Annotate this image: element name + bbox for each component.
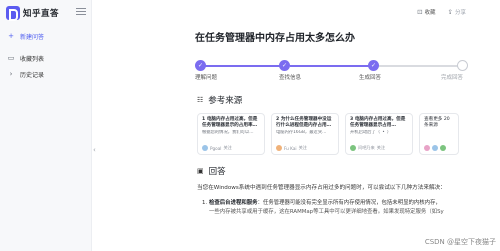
list-item-text: ：任务管理器可能没有完全显示所有内存使用情况，包括未明显的内核内存， [257, 200, 441, 206]
step-done-check-icon: ✓ [279, 60, 290, 71]
source-card-snippet: 根据您的情况，我们可以… [202, 130, 254, 136]
top-actions: ⊡ 收藏 ⇪ 分享 [417, 8, 466, 16]
avatar [424, 145, 430, 151]
sidebar-item-favorites[interactable]: ▭ 收藏列表 [4, 51, 88, 65]
avatar [202, 145, 208, 151]
chevron-right-icon: › [9, 70, 13, 78]
answer-header: ▣ 回答 [197, 165, 226, 177]
logo-text: 知乎直答 [23, 9, 60, 19]
list-item-text: 一些内存被共享或用于缓存，这在RAMMap等工具中可以更详细地查看。如果发现特定… [209, 209, 444, 215]
bookmark-icon: ▭ [7, 54, 15, 62]
sidebar-item-history[interactable]: › 历史记录 [4, 67, 88, 81]
list-icon: ☷ [197, 96, 204, 104]
logo-icon [6, 6, 20, 21]
avatar [350, 145, 356, 151]
source-cards: 1 电脑内存占用过高，但是任务管理器显示的占用率… 根据您的情况，我们可以… P… [197, 113, 497, 155]
progress-steps: ✓ ✓ ✓ 理解问题 查找信息 生成回答 完成回答 [195, 60, 468, 84]
source-card-snippet: 开机启动后了（˘•˘） [350, 130, 392, 136]
more-sources-label: 查看更多 20 条来源 [424, 117, 450, 129]
share-icon: ⇪ [447, 8, 453, 16]
sources-header: ☷ 参考来源 [197, 94, 242, 106]
sidebar-item-new-qa[interactable]: + 新建问答 [4, 29, 88, 43]
sidebar-item-label: 收藏列表 [20, 55, 45, 63]
document-icon: ▣ [197, 167, 204, 175]
step-done-check-icon: ✓ [368, 60, 379, 71]
step-done-check-icon: ✓ [195, 60, 206, 71]
source-card-snippet: 电脑内存16GB，最近突… [276, 130, 327, 136]
source-card-meta: Fu Kai 关注 [276, 145, 307, 151]
step-label: 查找信息 [279, 75, 302, 81]
more-sources-card[interactable]: 查看更多 20 条来源 [419, 113, 459, 155]
step-connector [201, 65, 285, 67]
bookmark-button[interactable]: ⊡ 收藏 [417, 8, 435, 16]
bookmark-icon: ⊡ [417, 8, 423, 16]
source-avatars [424, 145, 446, 151]
step-label: 完成回答 [441, 75, 464, 81]
answer-intro: 当您在Windows系统中遇到任务管理器显示内存占用过多的问题时，可以尝试以下几… [197, 185, 446, 191]
source-card-meta: Pgoal 关注 [202, 145, 232, 151]
list-item-heading: 检查后台进程和服务 [209, 200, 258, 206]
step-pending-dot [457, 60, 468, 71]
sidebar: 知乎直答 + 新建问答 ▭ 收藏列表 › 历史记录 [0, 0, 92, 251]
chevron-left-icon[interactable]: ‹ [93, 146, 96, 154]
source-card[interactable]: 3 电脑内存占用过高，但是任务管理器显示占用… 开机启动后了（˘•˘） 问吧乃来… [345, 113, 413, 155]
answer-list-item: 1. 检查后台进程和服务：任务管理器可能没有完全显示所有内存使用情况，包括未明显的… [202, 199, 500, 217]
collapse-sidebar-icon[interactable] [76, 8, 86, 16]
sidebar-item-label: 历史记录 [20, 71, 45, 79]
step-connector [290, 65, 373, 67]
sidebar-item-label: 新建问答 [20, 33, 45, 41]
source-card-title: 为什么任务管理器中没运行什么进程但是内存占用… [276, 117, 332, 129]
source-card[interactable]: 2 为什么任务管理器中没运行什么进程但是内存占用… 电脑内存16GB，最近突… … [271, 113, 339, 155]
logo[interactable]: 知乎直答 [6, 6, 60, 21]
step-label: 生成回答 [359, 75, 382, 81]
avatar [440, 145, 446, 151]
source-card-title: 电脑内存占用过高，但是任务管理器显示占用… [350, 117, 406, 129]
source-card[interactable]: 1 电脑内存占用过高，但是任务管理器显示的占用率… 根据您的情况，我们可以… P… [197, 113, 265, 155]
step-connector [379, 65, 465, 67]
step-label: 理解问题 [195, 75, 218, 81]
page-title: 在任务管理器中内存占用太多怎么办 [195, 33, 355, 44]
source-card-meta: 问吧乃来 关注 [350, 145, 385, 151]
answer-title: 回答 [208, 167, 226, 177]
sources-title: 参考来源 [208, 96, 243, 106]
plus-icon: + [8, 32, 14, 40]
share-button[interactable]: ⇪ 分享 [448, 8, 466, 16]
watermark: CSDN @星空下夜猫子 [424, 238, 496, 246]
avatar [276, 145, 282, 151]
source-card-title: 电脑内存占用过高，但是任务管理器显示的占用率… [202, 117, 258, 129]
avatar [432, 145, 438, 151]
